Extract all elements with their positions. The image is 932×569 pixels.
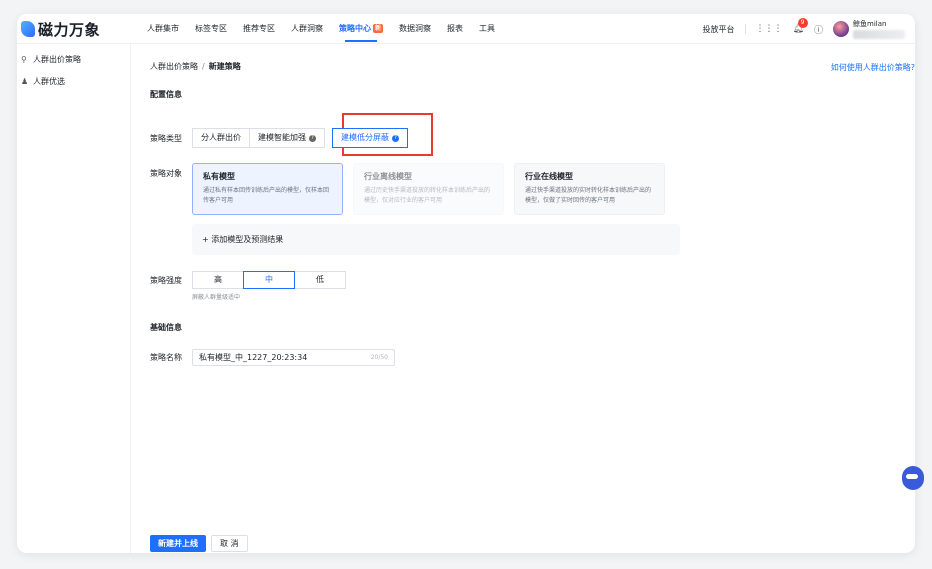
sidebar-item-label: 人群出价策略: [33, 54, 81, 64]
create-and-launch-button[interactable]: 新建并上线: [150, 535, 206, 552]
people-icon: ♟: [21, 76, 29, 86]
breadcrumb: 人群出价策略 / 新建策略: [150, 61, 241, 72]
model-desc: 通过历史快手渠道投放的转化样本训练后产出的模型，仅对应行业的客户可用: [364, 187, 491, 204]
strength-option-low[interactable]: 低: [294, 271, 346, 289]
user-name: 鲸鱼milan: [853, 20, 887, 28]
nav-item-crowd-market[interactable]: 人群集市: [139, 14, 187, 44]
nav-item-recommend-zone[interactable]: 推荐专区: [235, 14, 283, 44]
breadcrumb-separator: /: [202, 62, 205, 71]
platform-link[interactable]: 投放平台: [703, 24, 735, 35]
model-card-industry-online[interactable]: 行业在线模型 通过快手渠道投放的实时转化样本训练后产出的模型，仅做了实时回传的客…: [514, 163, 665, 215]
logo-mark-icon: [21, 21, 35, 37]
model-desc: 通过私有样本回传训练后产出的模型，仅样本回传客户可用: [203, 187, 330, 204]
question-icon[interactable]: ?: [309, 134, 316, 142]
type-option-model-boost[interactable]: 建模智能加强?: [249, 128, 325, 148]
option-label: 分人群出价: [201, 133, 241, 142]
type-option-crowd-bid[interactable]: 分人群出价: [192, 128, 250, 148]
sidebar: ⚲ 人群出价策略 ♟ 人群优选: [17, 44, 131, 553]
apps-grid-icon[interactable]: ⋮⋮⋮: [756, 24, 783, 34]
sidebar-item-crowd-select[interactable]: ♟ 人群优选: [17, 70, 130, 92]
strategy-icon: ⚲: [21, 54, 27, 64]
strategy-type-selector: 分人群出价 建模智能加强? 建模低分屏蔽?: [192, 128, 408, 148]
breadcrumb-current: 新建策略: [208, 62, 241, 71]
char-counter: 20/50: [370, 354, 388, 361]
strength-selector: 高 中 低: [192, 271, 346, 289]
model-title: 行业离线模型: [364, 172, 412, 181]
strength-option-high[interactable]: 高: [192, 271, 244, 289]
strength-option-medium[interactable]: 中: [243, 271, 295, 289]
nav-item-data-insight[interactable]: 数据洞察: [391, 14, 439, 44]
model-card-industry-offline: 行业离线模型 通过历史快手渠道投放的转化样本训练后产出的模型，仅对应行业的客户可…: [353, 163, 504, 215]
strategy-strength-label: 策略强度: [150, 276, 182, 285]
cancel-button[interactable]: 取 消: [211, 535, 248, 552]
app-window: 磁力万象 人群集市 标签专区 推荐专区 人群洞察 策略中心新 数据洞察 报表 工…: [17, 14, 915, 553]
divider: [744, 24, 746, 34]
help-circle-icon[interactable]: ⓘ: [814, 23, 823, 36]
nav-item-strategy-center[interactable]: 策略中心新: [331, 14, 391, 44]
nav-item-tag-zone[interactable]: 标签专区: [187, 14, 235, 44]
nav-item-label: 策略中心: [339, 24, 371, 33]
top-navbar: 磁力万象 人群集市 标签专区 推荐专区 人群洞察 策略中心新 数据洞察 报表 工…: [17, 14, 915, 44]
section-title-config: 配置信息: [150, 90, 182, 99]
sidebar-item-label: 人群优选: [33, 76, 65, 86]
section-title-basic: 基础信息: [150, 323, 182, 332]
robot-visor: [906, 474, 918, 479]
form-actions: 新建并上线 取 消: [150, 535, 248, 552]
breadcrumb-parent[interactable]: 人群出价策略: [150, 62, 198, 71]
strategy-type-label: 策略类型: [150, 134, 182, 143]
input-value: 私有模型_中_1227_20:23:34: [199, 353, 308, 362]
strength-hint: 屏蔽人群量级适中: [192, 294, 241, 301]
app-logo[interactable]: 磁力万象: [21, 19, 100, 39]
nav-item-reports[interactable]: 报表: [439, 14, 471, 44]
help-link[interactable]: 如何使用人群出价策略?: [831, 62, 915, 73]
bell-icon[interactable]: 🔔︎ 9: [793, 18, 808, 34]
nav-item-crowd-insight[interactable]: 人群洞察: [283, 14, 331, 44]
notification-badge: 9: [797, 18, 808, 28]
add-model-button[interactable]: + 添加模型及预测结果: [192, 224, 680, 255]
strategy-target-label: 策略对象: [150, 169, 182, 178]
strategy-name-input[interactable]: 私有模型_中_1227_20:23:34 20/50: [192, 349, 395, 366]
type-option-model-low-score-block[interactable]: 建模低分屏蔽?: [332, 128, 408, 148]
new-badge: 新: [373, 24, 384, 33]
strategy-name-label: 策略名称: [150, 353, 182, 362]
question-icon[interactable]: ?: [392, 134, 399, 142]
redacted-account-info: [853, 30, 905, 39]
model-title: 私有模型: [203, 172, 235, 181]
assistant-robot-icon[interactable]: [900, 462, 924, 492]
header-tools: 投放平台 ⋮⋮⋮ 🔔︎ 9 ⓘ 鲸鱼milan: [703, 14, 905, 44]
user-menu[interactable]: 鲸鱼milan: [853, 19, 905, 39]
main-content: 人群出价策略 / 新建策略 如何使用人群出价策略? 配置信息 策略类型 分人群出价 …: [132, 44, 915, 553]
avatar[interactable]: [833, 21, 849, 37]
sidebar-item-crowd-bid-strategy[interactable]: ⚲ 人群出价策略: [17, 48, 130, 70]
main-nav: 人群集市 标签专区 推荐专区 人群洞察 策略中心新 数据洞察 报表 工具: [139, 14, 503, 44]
model-card-private[interactable]: 私有模型 通过私有样本回传训练后产出的模型，仅样本回传客户可用: [192, 163, 343, 215]
model-desc: 通过快手渠道投放的实时转化样本训练后产出的模型，仅做了实时回传的客户可用: [525, 187, 652, 204]
option-label: 建模智能加强: [258, 133, 306, 142]
logo-text: 磁力万象: [38, 20, 101, 39]
model-title: 行业在线模型: [525, 172, 573, 181]
nav-item-tools[interactable]: 工具: [471, 14, 503, 44]
option-label: 建模低分屏蔽: [341, 133, 389, 142]
